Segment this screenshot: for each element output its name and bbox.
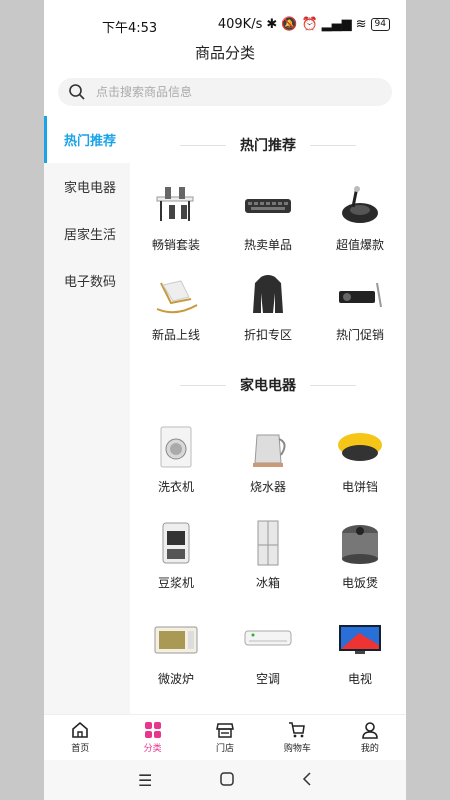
sidebar-item-hot[interactable]: 热门推荐 <box>44 116 130 163</box>
tab-profile[interactable]: 我的 <box>334 715 406 760</box>
product-label: 超值爆款 <box>335 238 384 252</box>
section-header: 热门推荐 <box>130 116 406 174</box>
page-title: 商品分类 <box>194 44 255 62</box>
product-label: 新品上线 <box>151 328 200 342</box>
product-label: 烧水器 <box>249 480 286 494</box>
home-button-icon[interactable] <box>220 771 234 790</box>
profile-icon <box>362 722 378 739</box>
robot-vacuum-icon <box>333 180 387 230</box>
sidebar-item-appliances[interactable]: 家电电器 <box>44 163 130 210</box>
product-label: 洗衣机 <box>157 480 194 494</box>
tab-label: 首页 <box>71 744 90 754</box>
search-bar[interactable] <box>58 78 392 106</box>
category-content: 热门推荐 畅销套装 热卖单品 超值爆款 新品上线 折扣专区 热门促销 家电电器 … <box>130 116 406 714</box>
product-label: 热门促销 <box>335 328 384 342</box>
tab-label: 门店 <box>216 744 235 754</box>
section-header: 家电电器 <box>130 354 406 416</box>
tab-label: 分类 <box>143 744 162 754</box>
product-item[interactable]: 冰箱 <box>222 512 314 608</box>
search-input[interactable] <box>96 85 356 99</box>
product-item[interactable]: 超值爆款 <box>314 174 406 264</box>
product-label: 电视 <box>347 672 372 686</box>
sidebar-item-home[interactable]: 居家生活 <box>44 210 130 257</box>
tab-label: 购物车 <box>283 744 311 754</box>
battery-indicator: 94 <box>370 18 390 31</box>
tab-cart[interactable]: 购物车 <box>261 715 333 760</box>
bluetooth-icon: ✱ <box>266 17 278 32</box>
tab-label: 我的 <box>360 744 379 754</box>
back-icon[interactable] <box>302 771 312 790</box>
tv-icon <box>333 614 387 664</box>
store-icon <box>216 723 234 738</box>
category-icon <box>144 722 161 738</box>
wifi-icon: ≋ <box>355 17 367 32</box>
product-label: 冰箱 <box>255 576 280 590</box>
product-label: 电饼铛 <box>341 480 378 494</box>
product-item[interactable]: 折扣专区 <box>222 264 314 354</box>
divider <box>180 144 226 146</box>
status-time: 下午4:53 <box>102 21 158 36</box>
product-item[interactable]: 微波炉 <box>130 608 222 704</box>
product-item[interactable]: 洗衣机 <box>130 416 222 512</box>
bottom-tab-bar: 首页 分类 门店 购物车 我的 <box>44 714 406 760</box>
product-label: 微波炉 <box>157 672 194 686</box>
air-conditioner-icon <box>241 614 295 664</box>
tab-category[interactable]: 分类 <box>116 715 188 760</box>
section-title: 家电电器 <box>240 378 296 394</box>
product-item[interactable]: 电视 <box>314 608 406 704</box>
product-grid: 畅销套装 热卖单品 超值爆款 新品上线 折扣专区 热门促销 <box>130 174 406 354</box>
microwave-icon <box>149 614 203 664</box>
home-icon <box>72 721 89 738</box>
soymilk-maker-icon <box>149 518 203 568</box>
tab-store[interactable]: 门店 <box>189 715 261 760</box>
product-item[interactable]: 热卖单品 <box>222 174 314 264</box>
product-item[interactable]: 空调 <box>222 608 314 704</box>
jacket-icon <box>241 270 295 320</box>
alarm-icon: ⏰ <box>301 17 318 32</box>
product-item[interactable]: 豆浆机 <box>130 512 222 608</box>
product-label: 电饭煲 <box>341 576 378 590</box>
product-label: 豆浆机 <box>157 576 194 590</box>
menu-icon[interactable]: ☰ <box>138 771 152 790</box>
washing-machine-icon <box>149 422 203 472</box>
product-item[interactable]: 烧水器 <box>222 416 314 512</box>
divider <box>310 384 356 386</box>
category-sidebar: 热门推荐 家电电器 居家生活 电子数码 <box>44 116 130 716</box>
product-label: 空调 <box>255 672 280 686</box>
product-item[interactable]: 电饼铛 <box>314 416 406 512</box>
keyboard-icon <box>241 180 295 230</box>
product-label: 折扣专区 <box>243 328 292 342</box>
rocking-chair-icon <box>149 270 203 320</box>
product-grid: 洗衣机 烧水器 电饼铛 豆浆机 冰箱 电饭煲 微波炉 空调 电视 <box>130 416 406 704</box>
section-title: 热门推荐 <box>240 138 296 154</box>
network-speed: 409K/s <box>217 17 263 32</box>
divider <box>180 384 226 386</box>
product-label: 畅销套装 <box>151 238 200 252</box>
griddle-icon <box>333 422 387 472</box>
divider <box>310 144 356 146</box>
product-item[interactable]: 畅销套装 <box>130 174 222 264</box>
fridge-icon <box>241 518 295 568</box>
cart-icon <box>289 722 306 738</box>
product-item[interactable]: 新品上线 <box>130 264 222 354</box>
signal-icon: ▂▄▆ <box>321 17 352 32</box>
projector-icon <box>333 270 387 320</box>
tab-home[interactable]: 首页 <box>44 715 116 760</box>
app-screen: 下午4:53 409K/s ✱ 🔕 ⏰ ▂▄▆ ≋ 94 商品分类 热门推荐 家… <box>44 0 406 800</box>
rice-cooker-icon <box>333 518 387 568</box>
kettle-icon <box>241 422 295 472</box>
status-bar: 下午4:53 409K/s ✱ 🔕 ⏰ ▂▄▆ ≋ 94 <box>44 0 406 46</box>
dining-set-icon <box>149 180 203 230</box>
mute-icon: 🔕 <box>281 17 298 32</box>
system-nav-bar: ☰ <box>44 760 406 800</box>
product-label: 热卖单品 <box>243 238 292 252</box>
search-icon <box>69 84 85 100</box>
status-indicators: 409K/s ✱ 🔕 ⏰ ▂▄▆ ≋ 94 <box>218 17 390 32</box>
product-item[interactable]: 热门促销 <box>314 264 406 354</box>
product-item[interactable]: 电饭煲 <box>314 512 406 608</box>
sidebar-item-digital[interactable]: 电子数码 <box>44 257 130 304</box>
